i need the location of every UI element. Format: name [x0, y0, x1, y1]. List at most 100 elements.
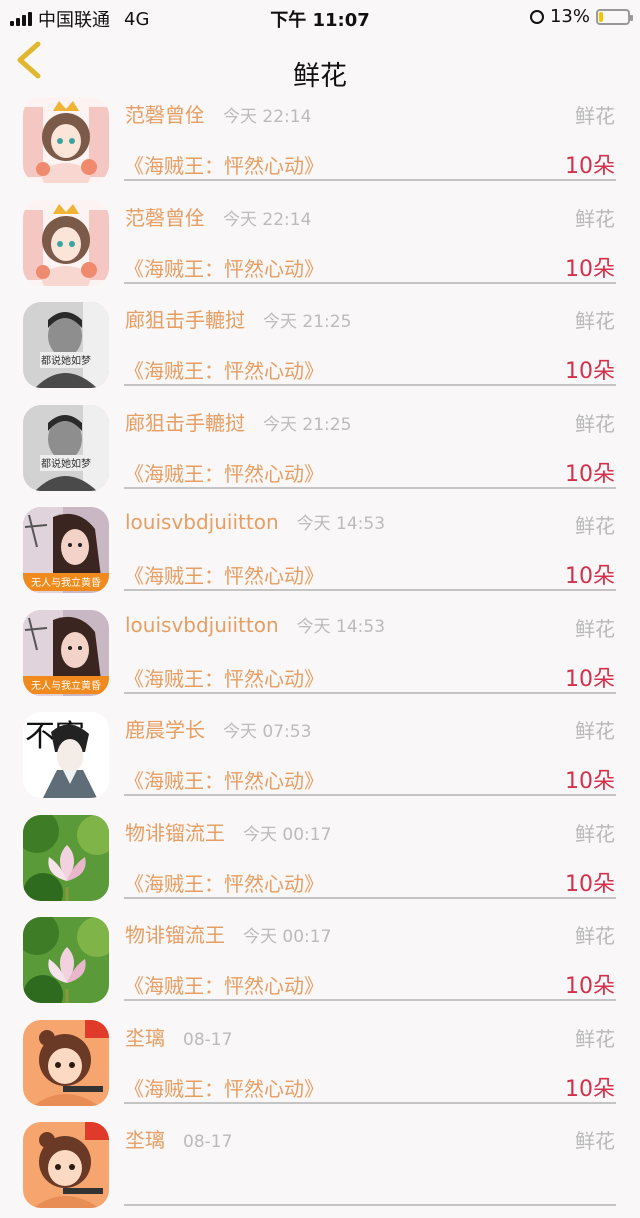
book-title[interactable]: 《海贼王：怦然心动》	[124, 458, 324, 487]
gift-type: 鲜花	[575, 719, 615, 743]
user-name-text: 物诽镏流王	[125, 923, 225, 947]
book-title[interactable]: 《海贼王：怦然心动》	[124, 560, 324, 589]
list-item[interactable]: 都说她如梦 廊狙击手轆挝 今天 21:25 鲜花《海贼王：怦然心动》 10朵	[0, 295, 640, 398]
gift-type: 鲜花	[575, 1129, 615, 1153]
user-name-text: louisvbdjuiitton	[125, 510, 279, 534]
gift-type: 鲜花	[575, 924, 615, 948]
book-title[interactable]: 《海贼王：怦然心动》	[124, 970, 324, 999]
avatar[interactable]	[23, 1019, 109, 1106]
user-name-text: 廊狙击手轆挝	[125, 410, 245, 435]
user-name-text: louisvbdjuiitton	[125, 612, 279, 637]
timestamp: 今天 21:25	[263, 312, 352, 332]
gift-count: 10朵	[565, 461, 615, 487]
user-name: 物诽镏流王 今天 00:17	[125, 817, 331, 846]
timestamp: 今天 22:14	[223, 107, 312, 127]
list-item[interactable]: 范磬曾佺 今天 22:14 鲜花 《海贼王：怦然心动》 10朵	[0, 193, 640, 296]
gift-type: 鲜花	[575, 1026, 615, 1051]
status-right: 13%	[529, 6, 633, 27]
book-title[interactable]: 《海贼王：怦然心动》	[124, 253, 324, 282]
status-bar: 中国联通 4G 下午 11:07 13%	[0, 0, 640, 34]
list-item[interactable]: 都说她如梦 廊狙击手轆挝 今天 21:25 鲜花《海贼王：怦然心动》 10朵	[0, 398, 640, 501]
avatar[interactable]	[23, 199, 109, 286]
book-title[interactable]: 《海贼王：怦然心动》	[124, 355, 324, 384]
timestamp: 08-17	[183, 1029, 233, 1050]
list-item[interactable]: 无人与我立黄昏 louisvbdjuiitton 今天 14:53 鲜花《海贼王：怦然…	[0, 603, 640, 706]
gift-count: 10朵	[565, 1076, 615, 1102]
user-name-text: 范磬曾佺	[125, 205, 205, 230]
user-name: 廊狙击手轆挝 今天 21:25	[125, 304, 351, 333]
list-item[interactable]: 坔璃 08-17 鲜花《海贼王：怦然心动》 10朵	[0, 1013, 640, 1116]
timestamp: 今天 00:17	[243, 824, 332, 845]
gift-count: 10朵	[565, 666, 615, 692]
book-title[interactable]: 《海贼王：怦然心动》	[124, 150, 324, 179]
battery-percent: 13%	[549, 6, 590, 27]
user-name: 坔璃 08-17	[125, 1022, 232, 1051]
gift-count: 10朵	[565, 871, 615, 897]
list-item[interactable]: 物诽镏流王 今天 00:17 鲜花《海贼王：怦然心动》 10朵	[0, 808, 640, 911]
avatar[interactable]: 无人与我立黄昏	[23, 609, 109, 696]
avatar[interactable]: 都说她如梦	[23, 404, 109, 491]
gift-type: 鲜花	[575, 616, 615, 641]
divider	[124, 281, 616, 284]
list-item[interactable]: 不寒鹿晨学长今天 07:53 鲜花《海贼王：怦然心动》 10朵	[0, 705, 640, 808]
user-name: louisvbdjuiitton 今天 14:53	[125, 612, 385, 637]
user-name: 范磬曾佺 今天 22:14	[125, 99, 311, 128]
divider	[124, 589, 616, 591]
gift-type: 鲜花	[575, 309, 615, 333]
divider	[124, 691, 616, 694]
user-name: 廊狙击手轆挝 今天 21:25	[125, 407, 351, 436]
divider	[124, 999, 616, 1001]
book-title[interactable]: 《海贼王：怦然心动》	[124, 663, 324, 692]
book-title[interactable]: 《海贼王：怦然心动》	[124, 1073, 324, 1102]
gift-type: 鲜花	[575, 821, 615, 846]
svg-text:无人与我立黄昏: 无人与我立黄昏	[31, 679, 101, 692]
divider	[124, 896, 616, 899]
list-item[interactable]: 物诽镏流王 今天 00:17 鲜花《海贼王：怦然心动》 10朵	[0, 910, 640, 1013]
avatar[interactable]	[23, 814, 109, 901]
gift-count: 10朵	[565, 154, 615, 179]
svg-text:都说她如梦: 都说她如梦	[41, 457, 91, 470]
user-name-text: 廊狙击手轆挝	[125, 308, 245, 332]
user-name: louisvbdjuiitton 今天 14:53	[125, 509, 385, 534]
gift-type: 鲜花	[575, 411, 615, 436]
avatar[interactable]: 都说她如梦	[23, 302, 109, 388]
timestamp: 今天 14:53	[296, 616, 386, 637]
nav-bar: 鲜花	[0, 34, 640, 92]
gift-count: 10朵	[565, 769, 615, 794]
page-title: 鲜花	[293, 61, 347, 92]
battery-fill	[599, 11, 603, 22]
gift-count: 10朵	[565, 564, 615, 589]
divider	[124, 1204, 616, 1206]
svg-text:都说她如梦: 都说她如梦	[41, 354, 91, 367]
user-name-text: 范磬曾佺	[125, 103, 205, 127]
gift-count: 10朵	[565, 359, 615, 384]
book-title[interactable]: 《海贼王：怦然心动》	[124, 765, 324, 794]
gift-type: 鲜花	[575, 104, 615, 128]
svg-text:无人与我立黄昏: 无人与我立黄昏	[31, 576, 101, 589]
avatar[interactable]	[23, 1122, 109, 1208]
timestamp: 今天 22:14	[223, 209, 312, 230]
user-name-text: 物诽镏流王	[125, 820, 225, 845]
timestamp: 今天 21:25	[263, 414, 352, 435]
avatar[interactable]	[23, 97, 109, 183]
user-name-text: 坔璃	[125, 1025, 165, 1050]
book-title[interactable]: 《海贼王：怦然心动》	[124, 868, 324, 897]
flower-list: 范磬曾佺 今天 22:14 鲜花 《海贼王：怦然心动》 10朵 范磬曾佺 今天 22:14 鲜…	[0, 90, 640, 1218]
orientation-lock-icon	[529, 9, 544, 24]
timestamp: 今天 14:53	[296, 514, 386, 534]
avatar[interactable]	[23, 917, 109, 1003]
gift-count: 10朵	[565, 974, 615, 999]
divider	[124, 179, 616, 181]
gift-count: 10朵	[565, 256, 615, 282]
list-item[interactable]: 范磬曾佺 今天 22:14 鲜花《海贼王：怦然心动》 10朵	[0, 90, 640, 193]
timestamp: 今天 07:53	[223, 722, 312, 742]
list-item[interactable]: 坔璃 08-17 鲜花	[0, 1115, 640, 1218]
avatar[interactable]: 不寒	[23, 712, 109, 798]
timestamp: 今天 00:17	[243, 927, 332, 947]
list-item[interactable]: 无人与我立黄昏 louisvbdjuiitton 今天 14:53 鲜花《海贼王：怦然…	[0, 500, 640, 603]
user-name-text: 鹿晨学长	[125, 718, 205, 742]
timestamp: 08-17	[183, 1132, 233, 1152]
user-name: 范磬曾佺 今天 22:14	[125, 202, 311, 231]
gift-type: 鲜花	[575, 514, 615, 538]
avatar[interactable]: 无人与我立黄昏	[23, 507, 109, 593]
